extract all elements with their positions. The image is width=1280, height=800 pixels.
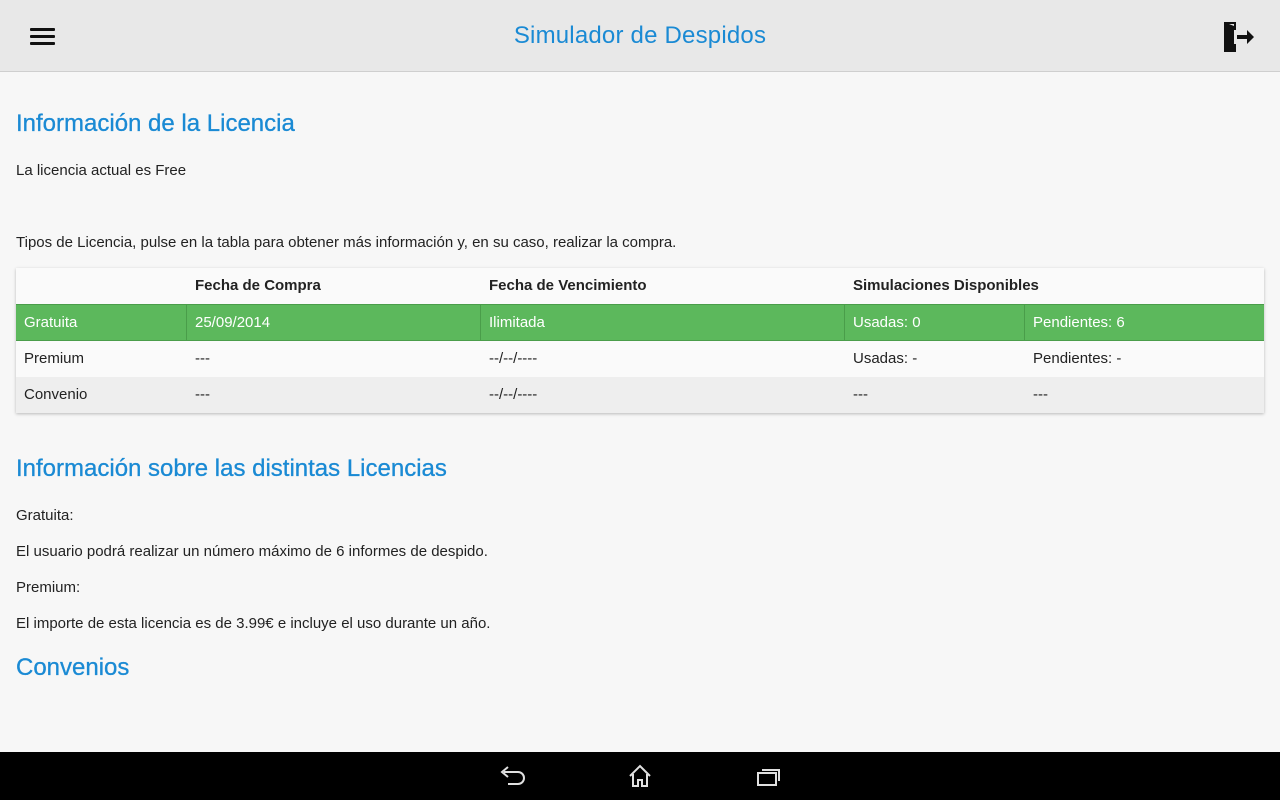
license-name: Gratuita — [16, 305, 187, 340]
convenios-heading: Convenios — [16, 654, 130, 681]
license-instructions: Tipos de Licencia, pulse en la tabla par… — [16, 234, 677, 251]
license-name: Convenio — [24, 386, 88, 403]
purchase-date: --- — [195, 386, 210, 403]
current-license-text: La licencia actual es Free — [16, 162, 187, 179]
used-simulations: Usadas: 0 — [845, 305, 1025, 340]
premium-license-description: El importe de esta licencia es de 3.99€ … — [16, 615, 491, 632]
back-icon[interactable] — [492, 762, 532, 790]
free-license-description: El usuario podrá realizar un número máxi… — [16, 543, 488, 560]
header-expiry-date: Fecha de Vencimiento — [489, 277, 647, 294]
recent-apps-icon[interactable] — [748, 762, 788, 790]
table-header-row: Fecha de Compra Fecha de Vencimiento Sim… — [16, 268, 1264, 304]
app-title: Simulador de Despidos — [513, 22, 767, 49]
table-row-gratuita[interactable]: Gratuita 25/09/2014 Ilimitada Usadas: 0 … — [16, 304, 1264, 341]
home-icon[interactable] — [620, 762, 660, 790]
used-simulations: --- — [853, 386, 868, 403]
purchase-date: 25/09/2014 — [187, 305, 481, 340]
header-available-simulations: Simulaciones Disponibles — [853, 277, 1039, 294]
system-nav-bar — [0, 752, 1280, 800]
expiry-date: Ilimitada — [481, 305, 845, 340]
header-purchase-date: Fecha de Compra — [195, 277, 321, 294]
expiry-date: --/--/---- — [489, 386, 538, 403]
free-license-label: Gratuita: — [16, 507, 74, 524]
pending-simulations: Pendientes: - — [1033, 350, 1122, 367]
license-table: Fecha de Compra Fecha de Vencimiento Sim… — [16, 268, 1264, 413]
license-name: Premium — [24, 350, 85, 367]
pending-simulations: Pendientes: 6 — [1033, 314, 1125, 331]
pending-simulations: --- — [1033, 386, 1048, 403]
about-licenses-heading: Información sobre las distintas Licencia… — [16, 455, 447, 482]
exit-door-icon[interactable] — [1218, 18, 1258, 56]
header-cell — [1025, 268, 1264, 304]
expiry-date: --/--/---- — [489, 350, 538, 367]
header-cell — [16, 268, 187, 304]
premium-license-label: Premium: — [16, 579, 81, 596]
table-row-premium[interactable]: Premium --- --/--/---- Usadas: - Pendien… — [16, 341, 1264, 377]
app-bar: Simulador de Despidos — [0, 0, 1280, 72]
used-simulations: Usadas: - — [853, 350, 918, 367]
table-row-convenio[interactable]: Convenio --- --/--/---- --- --- — [16, 377, 1264, 413]
purchase-date: --- — [195, 350, 210, 367]
license-info-heading: Información de la Licencia — [16, 110, 295, 137]
